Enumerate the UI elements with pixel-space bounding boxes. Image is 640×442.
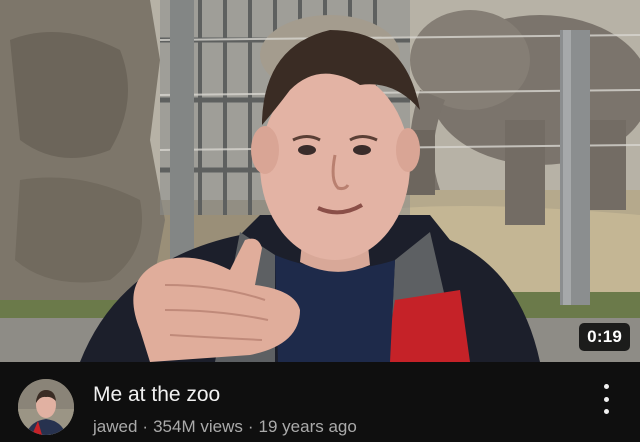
duration-badge: 0:19 bbox=[579, 323, 630, 351]
thumbnail-image bbox=[0, 0, 640, 362]
video-subtitle: jawed · 354M views · 19 years ago bbox=[93, 417, 357, 437]
channel-avatar[interactable] bbox=[18, 379, 74, 435]
more-dot bbox=[603, 409, 609, 414]
more-dot bbox=[603, 396, 609, 402]
video-card[interactable]: 0:19 Me at the zoo jawed · 354M views · 19 y… bbox=[0, 0, 640, 442]
avatar-image bbox=[18, 379, 74, 435]
separator: · bbox=[247, 417, 254, 436]
channel-name[interactable]: jawed bbox=[93, 417, 137, 436]
video-thumbnail[interactable]: 0:19 bbox=[0, 0, 640, 362]
video-title[interactable]: Me at the zoo bbox=[93, 383, 220, 407]
separator: · bbox=[142, 417, 149, 436]
upload-age: 19 years ago bbox=[258, 417, 357, 436]
more-dot bbox=[603, 384, 609, 389]
video-meta: Me at the zoo jawed · 354M views · 19 years … bbox=[0, 362, 640, 442]
view-count: 354M views bbox=[153, 417, 243, 436]
more-vert-icon[interactable] bbox=[598, 384, 614, 414]
